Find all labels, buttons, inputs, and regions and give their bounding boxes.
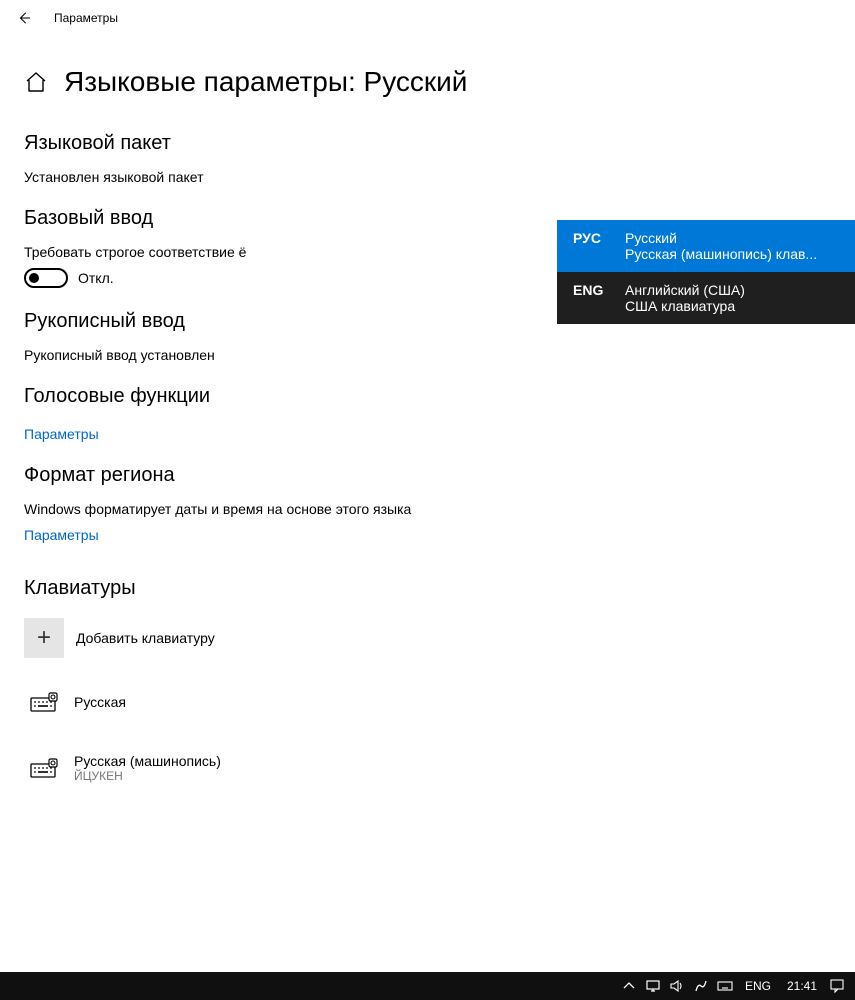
handwriting-status: Рукописный ввод установлен <box>24 347 831 363</box>
region-settings-link[interactable]: Параметры <box>24 527 99 543</box>
input-switcher-flyout: РУС Русский Русская (машинопись) клав...… <box>557 220 855 324</box>
lang-layout: Русская (машинопись) клав... <box>625 246 817 262</box>
tray-volume-button[interactable] <box>665 972 689 1000</box>
network-icon <box>645 978 661 994</box>
titlebar: Параметры <box>0 0 855 36</box>
region-status: Windows форматирует даты и время на осно… <box>24 501 831 517</box>
volume-icon <box>669 978 685 994</box>
input-switcher-item[interactable]: ENG Английский (США) США клавиатура <box>557 272 855 324</box>
page-title: Языковые параметры: Русский <box>64 66 467 98</box>
home-icon <box>24 70 48 94</box>
input-switcher-item[interactable]: РУС Русский Русская (машинопись) клав... <box>557 220 855 272</box>
tray-clock[interactable]: 21:41 <box>779 979 825 993</box>
section-region: Формат региона Windows форматирует даты … <box>24 464 831 543</box>
home-button[interactable] <box>24 70 48 94</box>
page-header: Языковые параметры: Русский <box>24 66 831 98</box>
lang-code: ENG <box>573 282 625 314</box>
section-keyboards: Клавиатуры + Добавить клавиатуру <box>24 577 831 794</box>
keyboard-list: + Добавить клавиатуру Русская <box>24 618 831 794</box>
speech-settings-link[interactable]: Параметры <box>24 426 99 442</box>
lang-code: РУС <box>573 230 625 262</box>
section-lang-pack: Языковой пакет Установлен языковой пакет <box>24 132 831 185</box>
chevron-up-icon <box>621 978 637 994</box>
tray-keyboard-button[interactable] <box>713 972 737 1000</box>
lang-name: Английский (США) <box>625 282 745 298</box>
section-heading: Формат региона <box>24 464 831 487</box>
section-heading: Языковой пакет <box>24 132 831 155</box>
arrow-left-icon <box>17 11 31 25</box>
add-keyboard-button[interactable]: + Добавить клавиатуру <box>24 618 831 658</box>
plus-icon: + <box>24 618 64 658</box>
keyboard-item[interactable]: Русская (машинопись) ЙЦУКЕН <box>24 742 831 794</box>
strict-yo-toggle[interactable] <box>24 268 68 288</box>
keyboard-icon <box>717 978 733 994</box>
lang-name: Русский <box>625 230 817 246</box>
tray-network-button[interactable] <box>641 972 665 1000</box>
keyboard-item[interactable]: Русская <box>24 676 831 728</box>
tray-overflow-button[interactable] <box>617 972 641 1000</box>
keyboard-name: Русская <box>74 694 126 710</box>
content-area: Языковые параметры: Русский Языковой пак… <box>0 36 855 794</box>
section-speech: Голосовые функции Параметры <box>24 385 831 442</box>
toggle-state-label: Откл. <box>78 270 114 286</box>
keyboard-icon <box>24 748 64 788</box>
tray-language-button[interactable]: ENG <box>737 979 779 993</box>
tray-punto-button[interactable] <box>689 972 713 1000</box>
back-button[interactable] <box>8 2 40 34</box>
section-heading: Голосовые функции <box>24 385 831 408</box>
add-keyboard-label: Добавить клавиатуру <box>76 630 215 646</box>
keyboard-icon <box>24 682 64 722</box>
taskbar: ENG 21:41 <box>0 972 855 1000</box>
keyboard-name: Русская (машинопись) <box>74 753 221 769</box>
lang-pack-status: Установлен языковой пакет <box>24 169 831 185</box>
punto-icon <box>693 978 709 994</box>
action-center-icon <box>829 978 845 994</box>
tray-action-center-button[interactable] <box>825 972 849 1000</box>
section-heading: Клавиатуры <box>24 577 831 600</box>
app-title: Параметры <box>54 11 118 25</box>
keyboard-sub: ЙЦУКЕН <box>74 769 221 783</box>
lang-layout: США клавиатура <box>625 298 745 314</box>
